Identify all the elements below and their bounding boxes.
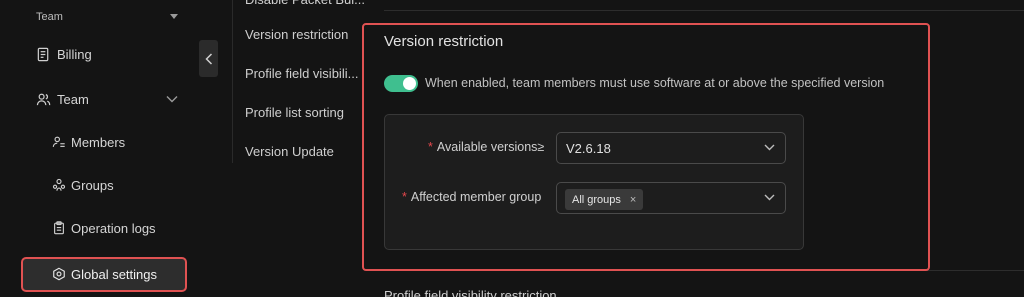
sidebar-item-label: Billing <box>57 46 92 62</box>
settings-menu-item-partial[interactable]: Disable Packet Bui... <box>245 0 365 7</box>
chevron-down-icon[interactable] <box>166 95 178 103</box>
collapse-sidebar-button[interactable] <box>199 40 218 77</box>
group-tag: All groups × <box>565 189 644 210</box>
toggle-knob <box>403 77 416 90</box>
available-versions-select[interactable]: V2.6.18 <box>556 132 786 164</box>
required-asterisk: * <box>428 140 433 154</box>
billing-icon <box>37 47 49 61</box>
affected-group-label: * Affected member group <box>402 190 542 204</box>
sidebar-item-billing[interactable]: Billing <box>36 38 92 70</box>
settings-menu-item-profile-visibility[interactable]: Profile field visibili... <box>245 66 358 81</box>
chevron-down-icon <box>764 194 775 201</box>
settings-menu-item-version-update[interactable]: Version Update <box>245 144 334 159</box>
clipboard-icon <box>54 221 64 235</box>
team-selector-label: Team <box>36 11 63 23</box>
sidebar-item-groups[interactable]: Groups <box>52 169 114 201</box>
affected-group-select[interactable]: All groups × <box>556 182 786 214</box>
sidebar-item-label: Team <box>57 91 89 107</box>
chevron-left-icon <box>204 52 212 65</box>
section-divider <box>384 10 1024 11</box>
sidebar-item-label: Operation logs <box>71 220 156 236</box>
select-value: V2.6.18 <box>566 141 611 156</box>
sidebar-item-team[interactable]: Team <box>36 83 89 115</box>
available-versions-label: * Available versions≥ <box>428 140 545 154</box>
groups-icon <box>52 178 66 191</box>
required-asterisk: * <box>402 190 407 204</box>
sidebar-item-label: Groups <box>71 177 114 193</box>
sidebar-item-operation-logs[interactable]: Operation logs <box>52 212 156 244</box>
group-tag-label: All groups <box>572 193 621 206</box>
team-icon <box>36 93 51 105</box>
settings-hexagon-icon <box>53 267 65 281</box>
settings-menu-item-profile-sorting[interactable]: Profile list sorting <box>245 105 344 120</box>
settings-menu-item-version-restriction[interactable]: Version restriction <box>245 27 348 42</box>
caret-down-icon <box>170 14 178 19</box>
sidebar-item-global-settings[interactable]: Global settings <box>52 258 157 290</box>
toggle-description: When enabled, team members must use soft… <box>425 76 885 90</box>
column-divider <box>232 0 233 163</box>
members-icon <box>52 136 65 147</box>
chevron-down-icon <box>764 144 775 151</box>
next-section-title-partial: Profile field visibility restriction <box>384 288 557 297</box>
sidebar-item-members[interactable]: Members <box>52 126 125 158</box>
sidebar-item-label: Global settings <box>71 266 157 282</box>
section-title: Version restriction <box>384 33 504 50</box>
version-restriction-toggle[interactable] <box>384 75 418 92</box>
team-selector[interactable]: Team <box>36 11 186 23</box>
remove-tag-icon[interactable]: × <box>630 194 636 206</box>
sidebar-item-label: Members <box>71 134 126 150</box>
sidebar: Team Billing Team Members Groups Operati… <box>0 0 196 297</box>
